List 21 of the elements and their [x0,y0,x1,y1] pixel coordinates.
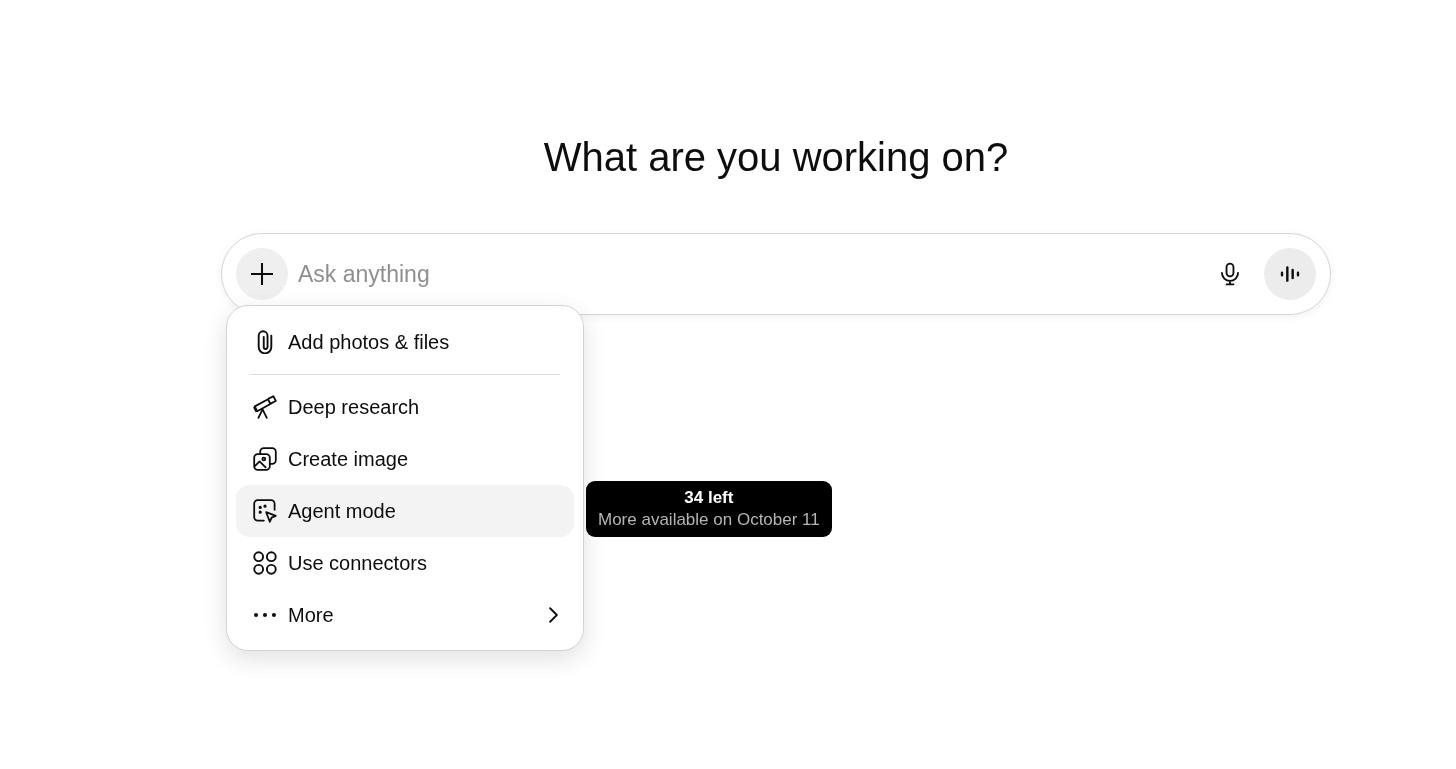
menu-item[interactable]: More [236,589,574,641]
page-heading: What are you working on? [543,134,1009,180]
add-button[interactable] [236,248,288,300]
tooltip-detail: More available on October 11 [598,509,820,531]
plus-icon [251,263,273,285]
tooltip-title: 34 left [684,487,734,509]
microphone-icon [1221,262,1239,286]
menu-item[interactable]: Create image [236,433,574,485]
telescope-icon [253,395,277,419]
prompt-composer[interactable]: Ask anything [221,233,1331,315]
ellipsis-icon [254,612,276,618]
images-icon [253,447,277,471]
prompt-input[interactable]: Ask anything [298,254,1212,294]
menu-item[interactable]: Deep research [236,381,574,433]
waveform-icon [1280,266,1300,282]
four-circles-icon [253,551,277,575]
menu-item[interactable]: Use connectors [236,537,574,589]
menu-item[interactable]: Agent mode [236,485,574,537]
menu-item[interactable]: Add photos & files [236,316,574,368]
voice-mode-button[interactable] [1264,248,1316,300]
cursor-square-icon [253,499,277,523]
